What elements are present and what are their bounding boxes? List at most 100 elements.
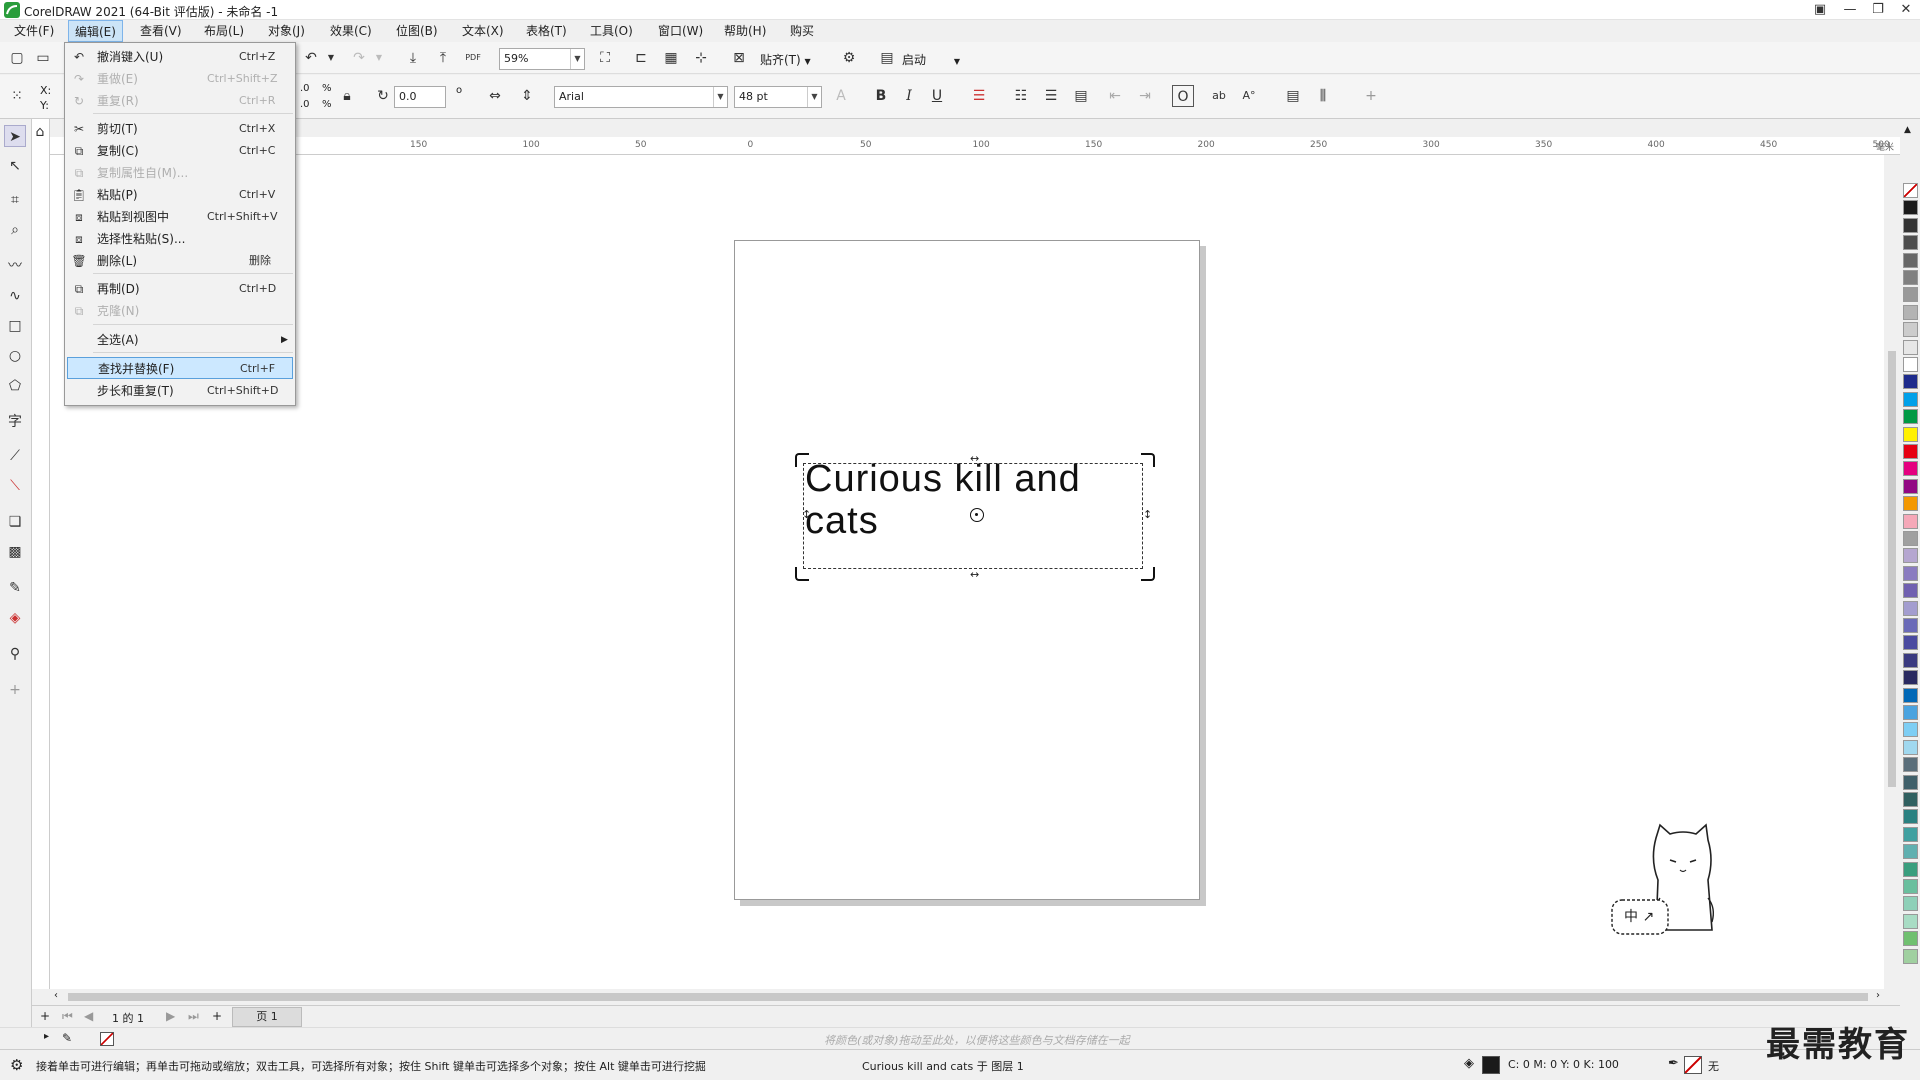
- redo-dropdown-icon[interactable]: ▼: [368, 47, 390, 69]
- top-scale-handle-icon[interactable]: ↔: [970, 452, 979, 465]
- selection-handle[interactable]: [1141, 453, 1155, 467]
- palette-swatch[interactable]: [1903, 879, 1918, 894]
- scale-x-value[interactable]: .0: [300, 83, 310, 94]
- center-target-icon[interactable]: [970, 508, 984, 522]
- menu-5[interactable]: 效果(C): [324, 20, 378, 42]
- launch-dropdown[interactable]: 启动 ▼: [902, 51, 960, 68]
- undo-icon[interactable]: ↶: [300, 47, 322, 69]
- app-options-icon[interactable]: ▣: [1806, 0, 1834, 20]
- crop-tool-icon[interactable]: ⌗: [4, 189, 26, 211]
- bottom-scale-handle-icon[interactable]: ↔: [970, 568, 979, 581]
- minimize-button[interactable]: —: [1836, 0, 1864, 20]
- increase-indent-icon[interactable]: ⇥: [1134, 85, 1156, 107]
- edit-menu-item-11[interactable]: ⧉ 克隆(N): [67, 300, 293, 322]
- launch-icon[interactable]: ▤: [876, 47, 898, 69]
- last-page-icon[interactable]: ⏭: [188, 1009, 199, 1024]
- rotation-angle-input[interactable]: 0.0: [394, 86, 446, 108]
- palette-swatch[interactable]: [1903, 461, 1918, 477]
- text-align-icon[interactable]: ☰: [968, 85, 990, 107]
- selection-handle[interactable]: [795, 567, 809, 581]
- page-tab[interactable]: 页 1: [232, 1007, 302, 1027]
- publish-pdf-icon[interactable]: PDF: [462, 47, 484, 69]
- menu-0[interactable]: 文件(F): [8, 20, 60, 42]
- eyedropper-icon[interactable]: ✎: [4, 577, 26, 599]
- outline-color-swatch[interactable]: [1684, 1056, 1702, 1074]
- mirror-vertical-icon[interactable]: ⇕: [516, 85, 538, 107]
- zoom-combo[interactable]: 59% ▼: [499, 48, 585, 70]
- palette-swatch[interactable]: [1903, 183, 1918, 198]
- palette-swatch[interactable]: [1903, 652, 1918, 668]
- vertical-ruler[interactable]: ⌂: [32, 119, 50, 989]
- palette-swatch[interactable]: [1903, 861, 1918, 877]
- palette-swatch[interactable]: [1903, 339, 1918, 355]
- add-icon[interactable]: +: [1360, 85, 1382, 107]
- right-scale-handle-icon[interactable]: ↕: [1143, 508, 1152, 521]
- font-list-combo[interactable]: Arial ▼: [554, 86, 728, 108]
- palette-swatch[interactable]: [1903, 774, 1918, 790]
- horizontal-ruler[interactable]: 150 100 50 0 50 100 150 200 250 300 350 400 450 500 毫米: [50, 137, 1900, 155]
- menu-12[interactable]: 购买: [784, 20, 820, 42]
- palette-swatch[interactable]: [1903, 913, 1918, 929]
- gear-icon[interactable]: ⚙: [10, 1056, 23, 1074]
- palette-swatch[interactable]: [1903, 478, 1918, 494]
- palette-swatch[interactable]: [1903, 496, 1918, 512]
- palette-swatch[interactable]: [1903, 739, 1918, 755]
- palette-swatch[interactable]: [1903, 931, 1918, 947]
- add-tool-icon[interactable]: +: [4, 679, 26, 701]
- eyedropper-icon[interactable]: ✎: [62, 1031, 72, 1045]
- vertical-scroll-thumb[interactable]: [1888, 351, 1896, 787]
- left-scale-handle-icon[interactable]: ↕: [802, 508, 811, 521]
- dimension-tool-icon[interactable]: ⟋: [4, 445, 26, 467]
- palette-swatch[interactable]: [1903, 792, 1918, 807]
- freehand-tool-icon[interactable]: 〰: [4, 255, 26, 277]
- menu-10[interactable]: 窗口(W): [652, 20, 709, 42]
- bold-icon[interactable]: B: [870, 85, 892, 107]
- horizontal-text-icon[interactable]: ▤: [1282, 85, 1304, 107]
- edit-menu-item-3[interactable]: ✂ 剪切(T) Ctrl+X: [67, 118, 293, 140]
- menu-1[interactable]: 编辑(E): [68, 20, 123, 42]
- menu-8[interactable]: 表格(T): [520, 20, 573, 42]
- horizontal-scroll-thumb[interactable]: [68, 993, 1868, 1001]
- menu-2[interactable]: 查看(V): [134, 20, 188, 42]
- palette-swatch[interactable]: [1903, 948, 1918, 964]
- scale-y-value[interactable]: .0: [300, 99, 310, 110]
- palette-swatch[interactable]: [1903, 287, 1918, 303]
- palette-swatch[interactable]: [1903, 270, 1918, 285]
- edit-menu-item-1[interactable]: ↷ 重做(E) Ctrl+Shift+Z: [67, 68, 293, 90]
- full-screen-icon[interactable]: ⛶: [594, 47, 616, 69]
- numbered-list-icon[interactable]: ☰: [1040, 85, 1062, 107]
- gear-icon[interactable]: ⚙: [838, 47, 860, 69]
- edit-menu-item-5[interactable]: ⧉ 复制属性自(M)...: [67, 162, 293, 184]
- fill-bucket-icon[interactable]: ◈: [1464, 1056, 1474, 1071]
- menu-9[interactable]: 工具(O): [584, 20, 639, 42]
- palette-swatch[interactable]: [1903, 844, 1918, 860]
- grid-icon[interactable]: ▦: [660, 47, 682, 69]
- menu-6[interactable]: 位图(B): [390, 20, 444, 42]
- next-page-icon[interactable]: ▶: [166, 1009, 175, 1023]
- close-button[interactable]: ✕: [1892, 0, 1920, 20]
- object-origin-icon[interactable]: ⁙: [6, 85, 28, 107]
- ellipse-tool-icon[interactable]: ○: [4, 345, 26, 367]
- palette-swatch[interactable]: [1903, 322, 1918, 338]
- pen-outline-icon[interactable]: ✒: [1668, 1056, 1679, 1071]
- add-page-after-icon[interactable]: +: [212, 1009, 222, 1023]
- previous-page-icon[interactable]: ◀: [84, 1009, 93, 1023]
- palette-swatch[interactable]: [1903, 618, 1918, 633]
- zoom-tool-icon[interactable]: ⌕: [4, 219, 26, 241]
- rotate-icon[interactable]: ↻: [372, 85, 394, 107]
- palette-swatch[interactable]: [1903, 896, 1918, 912]
- mirror-horizontal-icon[interactable]: ⇔: [484, 85, 506, 107]
- edit-menu-item-12[interactable]: 全选(A) ▶: [67, 329, 293, 351]
- palette-swatch[interactable]: [1903, 670, 1918, 686]
- export-icon[interactable]: ⤒: [432, 47, 454, 69]
- edit-menu-item-9[interactable]: 🗑︎ 删除(L) 删除: [67, 250, 293, 272]
- lock-ratio-icon[interactable]: 🔒︎: [336, 85, 358, 107]
- palette-swatch[interactable]: [1903, 687, 1918, 703]
- rectangle-tool-icon[interactable]: □: [4, 315, 26, 337]
- palette-swatch[interactable]: [1903, 548, 1918, 564]
- import-icon[interactable]: ⤓: [402, 47, 424, 69]
- transparency-icon[interactable]: ▩: [4, 541, 26, 563]
- connector-tool-icon[interactable]: ⟍: [4, 475, 26, 497]
- palette-swatch[interactable]: [1903, 635, 1918, 651]
- palette-swatch[interactable]: [1903, 374, 1918, 390]
